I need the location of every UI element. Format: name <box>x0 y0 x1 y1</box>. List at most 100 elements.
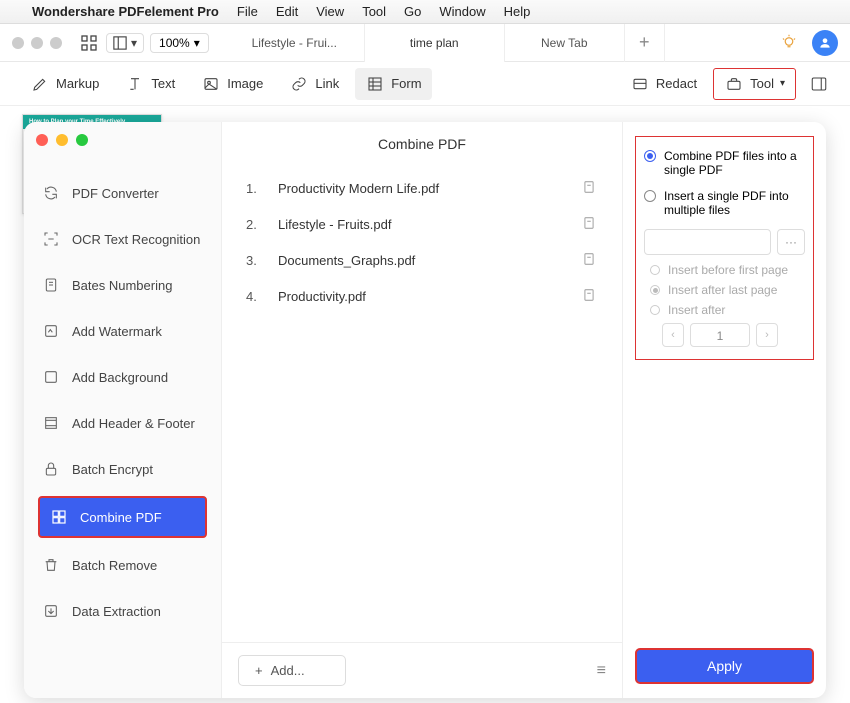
menu-tool[interactable]: Tool <box>362 4 386 19</box>
sidebar-item-combine-pdf[interactable]: Combine PDF <box>38 496 207 538</box>
file-index: 1. <box>246 181 278 196</box>
subradio-after-last[interactable]: Insert after last page <box>650 283 805 297</box>
sidebar-item-header-footer[interactable]: Add Header & Footer <box>24 400 221 446</box>
sheet-zoom-icon[interactable] <box>76 134 88 146</box>
subradio-before-first[interactable]: Insert before first page <box>650 263 805 277</box>
page-number-input[interactable]: 1 <box>690 323 750 347</box>
menu-go[interactable]: Go <box>404 4 421 19</box>
new-tab-button[interactable]: + <box>625 24 665 62</box>
ribbon-markup[interactable]: Markup <box>20 68 109 100</box>
menu-edit[interactable]: Edit <box>276 4 298 19</box>
sidebar-item-batch-encrypt[interactable]: Batch Encrypt <box>24 446 221 492</box>
sidebar-item-background[interactable]: Add Background <box>24 354 221 400</box>
sheet-close-icon[interactable] <box>36 134 48 146</box>
page-stepper: ‹ 1 › <box>662 323 805 347</box>
browse-button[interactable]: ··· <box>777 229 805 255</box>
page-range-icon[interactable] <box>582 252 598 268</box>
file-row[interactable]: 4. Productivity.pdf <box>222 278 622 314</box>
traffic-lights <box>12 37 62 49</box>
page-range-icon[interactable] <box>582 288 598 304</box>
ribbon-text[interactable]: Text <box>115 68 185 100</box>
ribbon-link[interactable]: Link <box>279 68 349 100</box>
thumbnail-grid-icon[interactable] <box>78 32 100 54</box>
zoom-value: 100% <box>159 36 190 50</box>
app-name: Wondershare PDFelement Pro <box>32 4 219 19</box>
file-list-footer: + Add... ≡ <box>222 642 622 698</box>
combine-pdf-sheet: PDF Converter OCR Text Recognition Bates… <box>24 122 826 698</box>
panel-toggle-icon[interactable] <box>808 73 830 95</box>
menu-help[interactable]: Help <box>504 4 531 19</box>
chevron-down-icon: ▾ <box>780 78 785 89</box>
menu-window[interactable]: Window <box>439 4 485 19</box>
sidebar-item-label: PDF Converter <box>72 186 159 201</box>
sheet-title: Combine PDF <box>222 136 622 152</box>
zoom-dropdown[interactable]: 100% ▾ <box>150 33 209 53</box>
radio-combine[interactable]: Combine PDF files into a single PDF <box>644 149 805 177</box>
radio-insert[interactable]: Insert a single PDF into multiple files <box>644 189 805 217</box>
tab-lifestyle[interactable]: Lifestyle - Frui... <box>225 24 365 62</box>
ribbon-redact-label: Redact <box>656 76 697 91</box>
text-icon <box>125 74 145 94</box>
sidebar-item-label: OCR Text Recognition <box>72 232 200 247</box>
sidebar-item-pdf-converter[interactable]: PDF Converter <box>24 170 221 216</box>
file-index: 4. <box>246 289 278 304</box>
content-area: How to Plan your Time Effectively PDF Co… <box>0 106 850 703</box>
ribbon-tool[interactable]: Tool ▾ <box>713 68 796 100</box>
sidebar-item-label: Add Background <box>72 370 168 385</box>
lock-icon <box>42 460 60 478</box>
file-index: 3. <box>246 253 278 268</box>
ribbon-image[interactable]: Image <box>191 68 273 100</box>
page-range-icon[interactable] <box>582 216 598 232</box>
minimize-dot-icon[interactable] <box>31 37 43 49</box>
sheet-traffic-lights <box>36 134 88 146</box>
subradio-label: Insert before first page <box>668 263 788 277</box>
ribbon-form[interactable]: Form <box>355 68 431 100</box>
radio-combine-label: Combine PDF files into a single PDF <box>664 149 805 177</box>
page-prev-button[interactable]: ‹ <box>662 323 684 347</box>
sheet-minimize-icon[interactable] <box>56 134 68 146</box>
sheet-sidebar: PDF Converter OCR Text Recognition Bates… <box>24 122 222 698</box>
tab-time-plan[interactable]: time plan <box>365 24 505 62</box>
sidebar-item-data-extraction[interactable]: Data Extraction <box>24 588 221 634</box>
lightbulb-icon[interactable] <box>778 32 800 54</box>
file-row[interactable]: 3. Documents_Graphs.pdf <box>222 242 622 278</box>
user-avatar-icon[interactable] <box>812 30 838 56</box>
ribbon: Markup Text Image Link Form Redact Tool … <box>0 62 850 106</box>
subradio-label: Insert after last page <box>668 283 777 297</box>
page-next-button[interactable]: › <box>756 323 778 347</box>
image-icon <box>201 74 221 94</box>
file-path-input[interactable] <box>644 229 771 255</box>
file-row[interactable]: 1. Productivity Modern Life.pdf <box>222 170 622 206</box>
file-select-row: ··· <box>644 229 805 255</box>
subradio-after-page[interactable]: Insert after <box>650 303 805 317</box>
radio-insert-label: Insert a single PDF into multiple files <box>664 189 805 217</box>
markup-icon <box>30 74 50 94</box>
chevron-down-icon: ▾ <box>131 36 137 50</box>
tab-new-tab[interactable]: New Tab <box>505 24 625 62</box>
sidebar-item-label: Add Watermark <box>72 324 162 339</box>
ribbon-redact[interactable]: Redact <box>620 68 707 100</box>
apply-button[interactable]: Apply <box>635 648 814 684</box>
trash-icon <box>42 556 60 574</box>
layout-dropdown[interactable]: ▾ <box>106 33 144 53</box>
sidebar-item-batch-remove[interactable]: Batch Remove <box>24 542 221 588</box>
menubar: Wondershare PDFelement Pro File Edit Vie… <box>0 0 850 24</box>
ribbon-text-label: Text <box>151 76 175 91</box>
menu-file[interactable]: File <box>237 4 258 19</box>
sidebar-item-bates[interactable]: Bates Numbering <box>24 262 221 308</box>
window-toolbar: ▾ 100% ▾ Lifestyle - Frui... time plan N… <box>0 24 850 62</box>
add-file-button[interactable]: + Add... <box>238 655 346 686</box>
sidebar-item-ocr[interactable]: OCR Text Recognition <box>24 216 221 262</box>
list-menu-icon[interactable]: ≡ <box>597 662 606 680</box>
file-row[interactable]: 2. Lifestyle - Fruits.pdf <box>222 206 622 242</box>
zoom-dot-icon[interactable] <box>50 37 62 49</box>
close-dot-icon[interactable] <box>12 37 24 49</box>
sidebar-item-label: Data Extraction <box>72 604 161 619</box>
file-index: 2. <box>246 217 278 232</box>
sidebar-item-watermark[interactable]: Add Watermark <box>24 308 221 354</box>
menu-view[interactable]: View <box>316 4 344 19</box>
file-name: Lifestyle - Fruits.pdf <box>278 217 582 232</box>
page-range-icon[interactable] <box>582 180 598 196</box>
redact-icon <box>630 74 650 94</box>
header-footer-icon <box>42 414 60 432</box>
